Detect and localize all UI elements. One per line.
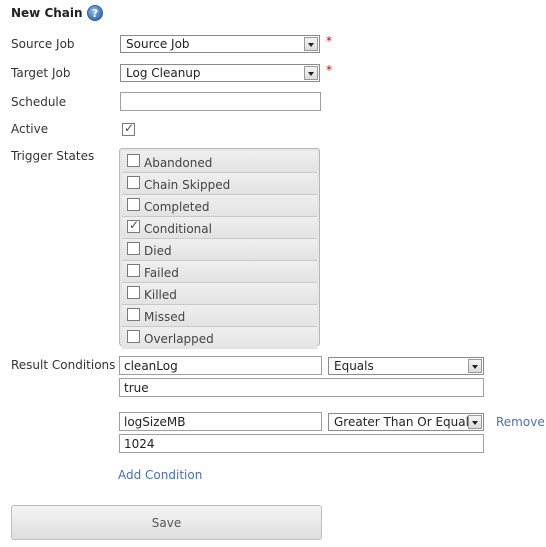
trigger-states-label: Trigger States [11, 149, 95, 163]
chevron-down-icon [468, 359, 482, 373]
trigger-state-completed[interactable]: Completed [122, 195, 317, 217]
condition-value-input[interactable]: true [119, 378, 484, 397]
condition-field-input[interactable]: cleanLog [119, 356, 322, 375]
trigger-state-label: Killed [144, 288, 177, 302]
target-job-select[interactable]: Log Cleanup [120, 64, 320, 82]
trigger-state-died[interactable]: Died [122, 239, 317, 261]
trigger-state-label: Chain Skipped [144, 178, 231, 192]
chevron-down-icon [304, 37, 318, 51]
active-checkbox[interactable] [122, 121, 135, 136]
help-icon[interactable]: ? [87, 5, 103, 21]
trigger-state-label: Overlapped [144, 332, 214, 346]
result-conditions-label: Result Conditions [11, 358, 116, 372]
required-marker: * [326, 34, 332, 48]
trigger-state-missed[interactable]: Missed [122, 305, 317, 327]
trigger-state-abandoned[interactable]: Abandoned [122, 151, 317, 173]
condition-value-input[interactable]: 1024 [119, 434, 484, 453]
save-button[interactable]: Save [11, 505, 322, 540]
add-condition-link[interactable]: Add Condition [118, 468, 202, 482]
trigger-state-checkbox[interactable] [127, 218, 140, 233]
trigger-state-checkbox[interactable] [127, 286, 140, 299]
remove-condition-link[interactable]: Remove [496, 415, 545, 429]
trigger-state-label: Abandoned [144, 156, 213, 170]
trigger-state-checkbox[interactable] [127, 308, 140, 321]
target-job-value: Log Cleanup [126, 66, 201, 80]
required-marker: * [326, 63, 332, 77]
trigger-state-checkbox[interactable] [127, 330, 140, 343]
chevron-down-icon [304, 66, 318, 80]
schedule-label: Schedule [11, 95, 67, 109]
source-job-label: Source Job [11, 37, 75, 51]
trigger-state-checkbox[interactable] [127, 264, 140, 277]
source-job-value: Source Job [126, 37, 190, 51]
active-label: Active [11, 122, 49, 136]
condition-operator-select[interactable]: Equals [328, 357, 484, 375]
trigger-state-failed[interactable]: Failed [122, 261, 317, 283]
schedule-input[interactable] [120, 92, 321, 111]
page-title: New Chain [11, 6, 83, 20]
trigger-states-list: Abandoned Chain Skipped Completed Condit… [119, 148, 320, 349]
condition-operator-value: Greater Than Or Equal [334, 415, 469, 429]
trigger-state-killed[interactable]: Killed [122, 283, 317, 305]
trigger-state-conditional[interactable]: Conditional [122, 217, 317, 239]
source-job-select[interactable]: Source Job [120, 35, 320, 53]
trigger-state-label: Died [144, 244, 172, 258]
condition-operator-value: Equals [334, 359, 374, 373]
condition-field-input[interactable]: logSizeMB [119, 412, 322, 431]
condition-operator-select[interactable]: Greater Than Or Equal [328, 413, 484, 431]
trigger-state-overlapped[interactable]: Overlapped [122, 327, 317, 349]
trigger-state-checkbox[interactable] [127, 242, 140, 255]
save-button-label: Save [151, 515, 182, 530]
trigger-state-label: Conditional [144, 222, 212, 236]
trigger-state-checkbox[interactable] [127, 176, 140, 189]
trigger-state-chain-skipped[interactable]: Chain Skipped [122, 173, 317, 195]
trigger-state-label: Failed [144, 266, 179, 280]
chevron-down-icon [468, 415, 482, 429]
trigger-state-label: Missed [144, 310, 186, 324]
trigger-state-checkbox[interactable] [127, 154, 140, 167]
trigger-state-label: Completed [144, 200, 210, 214]
target-job-label: Target Job [11, 66, 71, 80]
trigger-state-checkbox[interactable] [127, 198, 140, 211]
